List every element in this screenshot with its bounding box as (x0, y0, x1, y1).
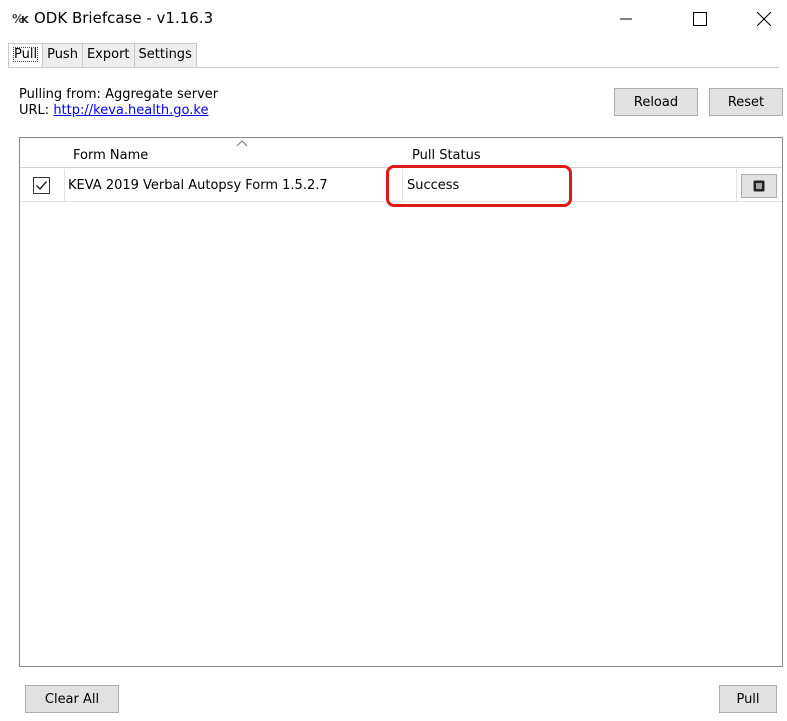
tab-export[interactable]: Export (81, 43, 135, 67)
svg-text:K: K (21, 15, 30, 26)
reset-button[interactable]: Reset (709, 88, 783, 116)
clear-all-button[interactable]: Clear All (25, 685, 119, 713)
title-bar: % K ODK Briefcase - v1.16.3 (0, 0, 787, 37)
minimize-button[interactable] (603, 0, 649, 37)
source-info: Pulling from: Aggregate server URL: http… (19, 87, 218, 119)
column-header-form-name[interactable]: Form Name (73, 148, 148, 163)
sort-ascending-icon (236, 140, 248, 147)
table-header: Form Name Pull Status (20, 138, 782, 168)
reload-button[interactable]: Reload (614, 88, 698, 116)
column-header-pull-status[interactable]: Pull Status (412, 148, 481, 163)
checkmark-icon (36, 181, 48, 191)
row-select-checkbox[interactable] (33, 177, 50, 194)
url-label: URL: (19, 103, 50, 118)
server-url-link[interactable]: http://keva.health.go.ke (53, 103, 208, 118)
tab-panel-border (8, 67, 779, 68)
forms-table: Form Name Pull Status KEVA 2019 Verbal A… (19, 137, 783, 667)
status-highlight-annotation (386, 165, 572, 207)
form-details-button[interactable] (741, 174, 777, 198)
pulling-from-text: Pulling from: Aggregate server (19, 87, 219, 102)
close-button[interactable] (741, 0, 787, 37)
tab-settings[interactable]: Settings (133, 43, 197, 67)
minimize-icon (620, 18, 632, 19)
window-title: ODK Briefcase - v1.16.3 (34, 9, 214, 27)
tab-push[interactable]: Push (42, 43, 83, 67)
form-name-cell: KEVA 2019 Verbal Autopsy Form 1.5.2.7 (68, 178, 328, 193)
column-divider (736, 169, 737, 202)
tab-settings-label: Settings (138, 47, 192, 62)
tab-pull[interactable]: Pull (8, 43, 44, 68)
main-tabs: Pull Push Export Settings (8, 43, 197, 68)
tab-export-label: Export (86, 47, 130, 62)
pull-button[interactable]: Pull (719, 685, 777, 713)
maximize-icon (693, 11, 707, 26)
close-icon (757, 11, 771, 26)
column-divider (64, 169, 65, 202)
tab-push-label: Push (47, 47, 78, 62)
maximize-button[interactable] (677, 0, 723, 37)
odk-briefcase-window: % K ODK Briefcase - v1.16.3 Pull Push Ex… (0, 0, 787, 721)
odk-briefcase-icon: % K (12, 10, 30, 26)
details-icon (753, 180, 765, 192)
url-row: URL: http://keva.health.go.ke (19, 103, 218, 119)
tab-pull-label: Pull (13, 47, 39, 62)
